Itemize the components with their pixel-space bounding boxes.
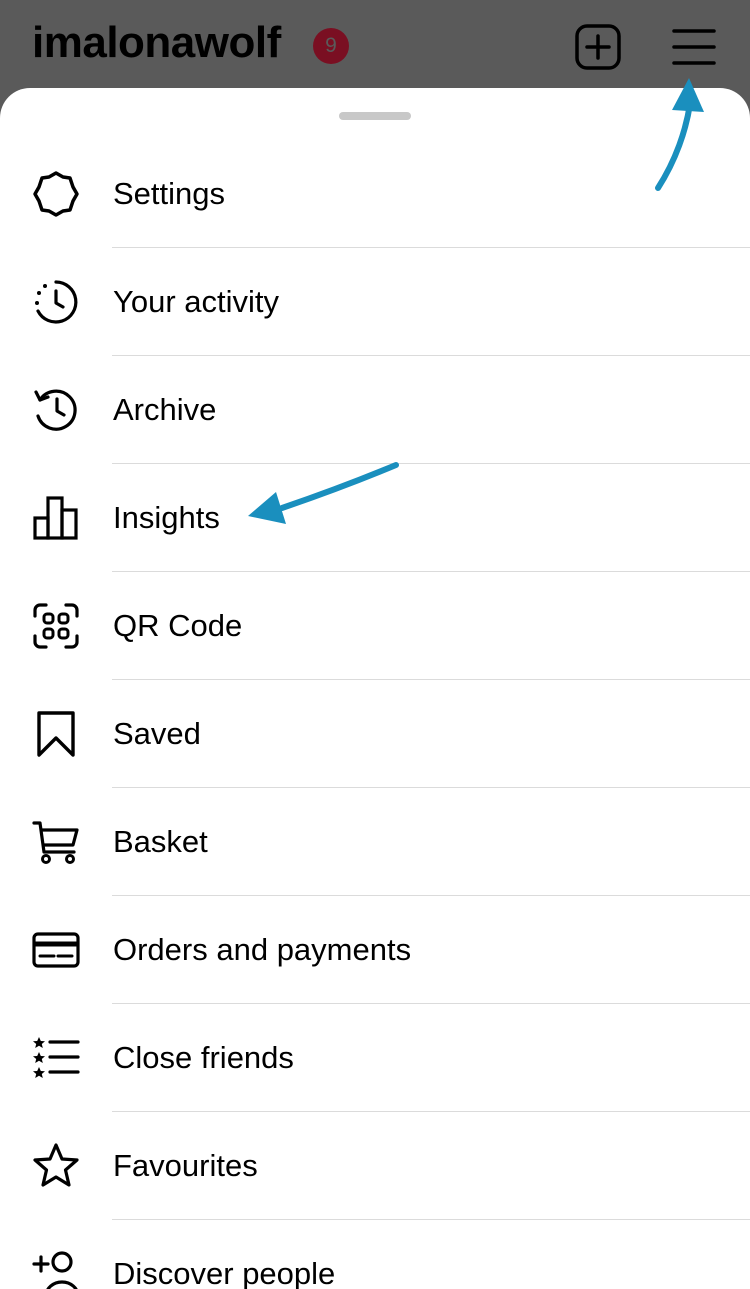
insights-icon (33, 496, 78, 540)
settings-icon (33, 171, 79, 217)
create-post-icon[interactable] (575, 24, 621, 70)
menu-item-label: Basket (113, 824, 208, 859)
menu-item-label: Favourites (113, 1148, 258, 1183)
top-bar: imalonawolf 9 (0, 0, 750, 100)
add-person-icon (32, 1251, 78, 1289)
sheet-drag-handle[interactable] (339, 112, 411, 120)
menu-item-archive[interactable]: Archive (0, 356, 750, 464)
archive-icon (34, 389, 77, 431)
menu-item-label: Archive (113, 392, 217, 427)
menu-item-label: Close friends (113, 1040, 294, 1075)
menu-item-basket[interactable]: Basket (0, 788, 750, 896)
cart-icon (32, 821, 79, 864)
notification-badge: 9 (313, 28, 349, 64)
menu-sheet: Settings Your activity Archive Insights … (0, 88, 750, 1289)
activity-icon (35, 280, 78, 324)
menu-item-insights[interactable]: Insights (0, 464, 750, 572)
profile-username[interactable]: imalonawolf (32, 18, 281, 68)
menu-item-label: Saved (113, 716, 201, 751)
menu-item-your-activity[interactable]: Your activity (0, 248, 750, 356)
menu-item-saved[interactable]: Saved (0, 680, 750, 788)
menu-item-label: Insights (113, 500, 220, 535)
menu-item-favourites[interactable]: Favourites (0, 1112, 750, 1220)
qr-code-icon (33, 603, 79, 649)
credit-card-icon (32, 932, 80, 968)
menu-item-label: Orders and payments (113, 932, 412, 967)
menu-item-close-friends[interactable]: Close friends (0, 1004, 750, 1112)
menu-item-qr-code[interactable]: QR Code (0, 572, 750, 680)
menu-item-label: Your activity (113, 284, 279, 319)
menu-item-label: Settings (113, 176, 226, 211)
star-icon (33, 1143, 79, 1187)
menu-item-discover-people[interactable]: Discover people (0, 1220, 750, 1289)
menu-item-settings[interactable]: Settings (0, 140, 750, 248)
menu-item-label: Discover people (113, 1256, 336, 1289)
bookmark-icon (37, 711, 75, 757)
menu-item-label: QR Code (113, 608, 243, 643)
menu-item-orders-and-payments[interactable]: Orders and payments (0, 896, 750, 1004)
hamburger-menu-icon[interactable] (671, 24, 717, 70)
star-list-icon (33, 1037, 80, 1078)
